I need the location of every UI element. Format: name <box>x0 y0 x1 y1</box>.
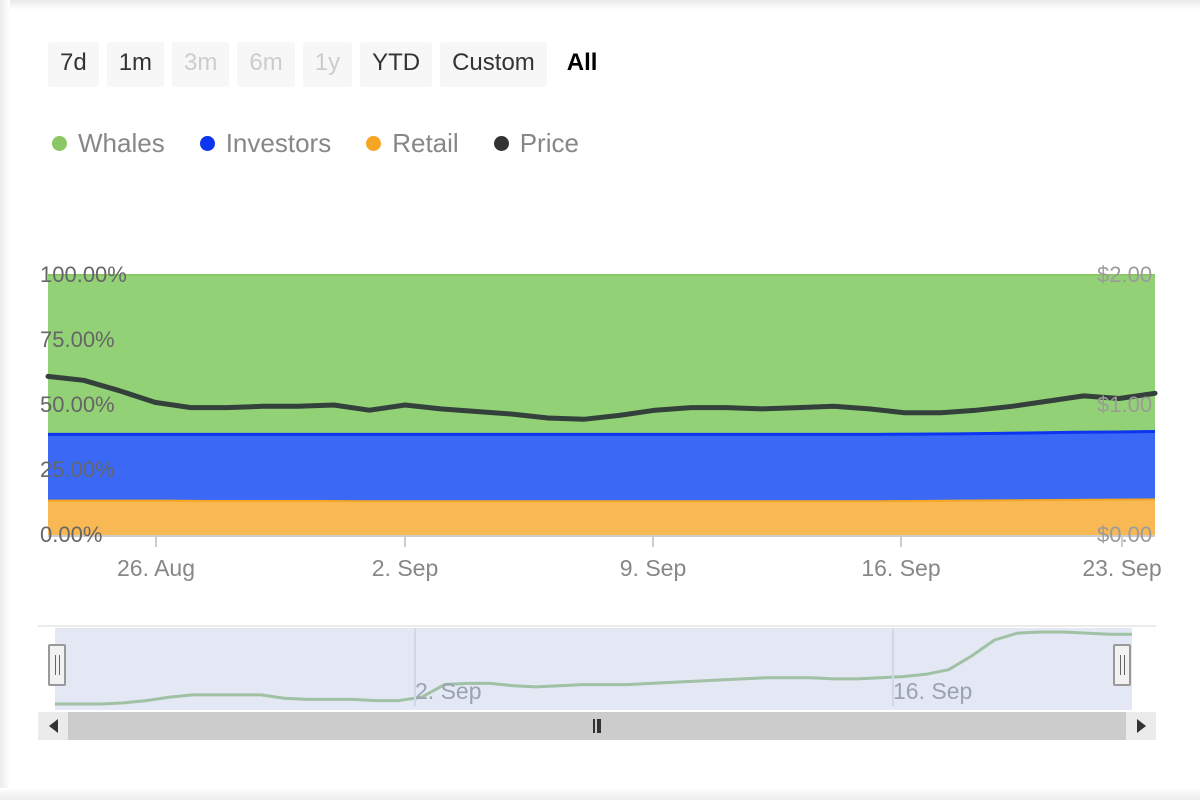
chevron-left-icon <box>48 719 58 733</box>
navigator-date-label: 2. Sep <box>415 678 482 704</box>
chevron-right-icon <box>1136 719 1146 733</box>
chart-widget: 7d 1m 3m 6m 1y YTD Custom All Whales Investors Re… <box>0 0 1200 800</box>
grip-icon <box>1119 655 1125 675</box>
x-axis-label: 23. Sep <box>1082 555 1162 581</box>
x-axis-label: 9. Sep <box>619 555 687 581</box>
y-axis-left-label: 0.00% <box>40 522 103 547</box>
chart-navigator[interactable]: 2. Sep 16. Sep <box>38 624 1156 710</box>
area-investors <box>48 431 1155 502</box>
y-axis-right-label: $0.00 <box>1097 522 1153 547</box>
scroll-right-button[interactable] <box>1126 712 1156 740</box>
grip-icon <box>54 655 60 675</box>
y-axis-right-label: $1.00 <box>1097 392 1153 417</box>
navigator-left-handle[interactable] <box>48 644 66 686</box>
area-retail <box>48 499 1155 535</box>
x-axis-label: 2. Sep <box>371 555 439 581</box>
y-axis-left-label: 100.00% <box>40 262 127 287</box>
scrollbar-grip-icon <box>593 719 601 733</box>
y-axis-right-label: $2.00 <box>1097 262 1153 287</box>
y-axis-left-label: 50.00% <box>40 392 115 417</box>
y-axis-left-label: 25.00% <box>40 457 115 482</box>
y-axis-left-label: 75.00% <box>40 327 115 352</box>
navigator-date-label: 16. Sep <box>893 678 973 704</box>
navigator-right-handle[interactable] <box>1113 644 1131 686</box>
scroll-left-button[interactable] <box>38 712 68 740</box>
scrollbar-thumb[interactable] <box>68 712 1126 740</box>
x-axis-label: 16. Sep <box>861 555 941 581</box>
chart-scrollbar[interactable] <box>38 712 1156 740</box>
x-axis-label: 26. Aug <box>116 555 196 581</box>
